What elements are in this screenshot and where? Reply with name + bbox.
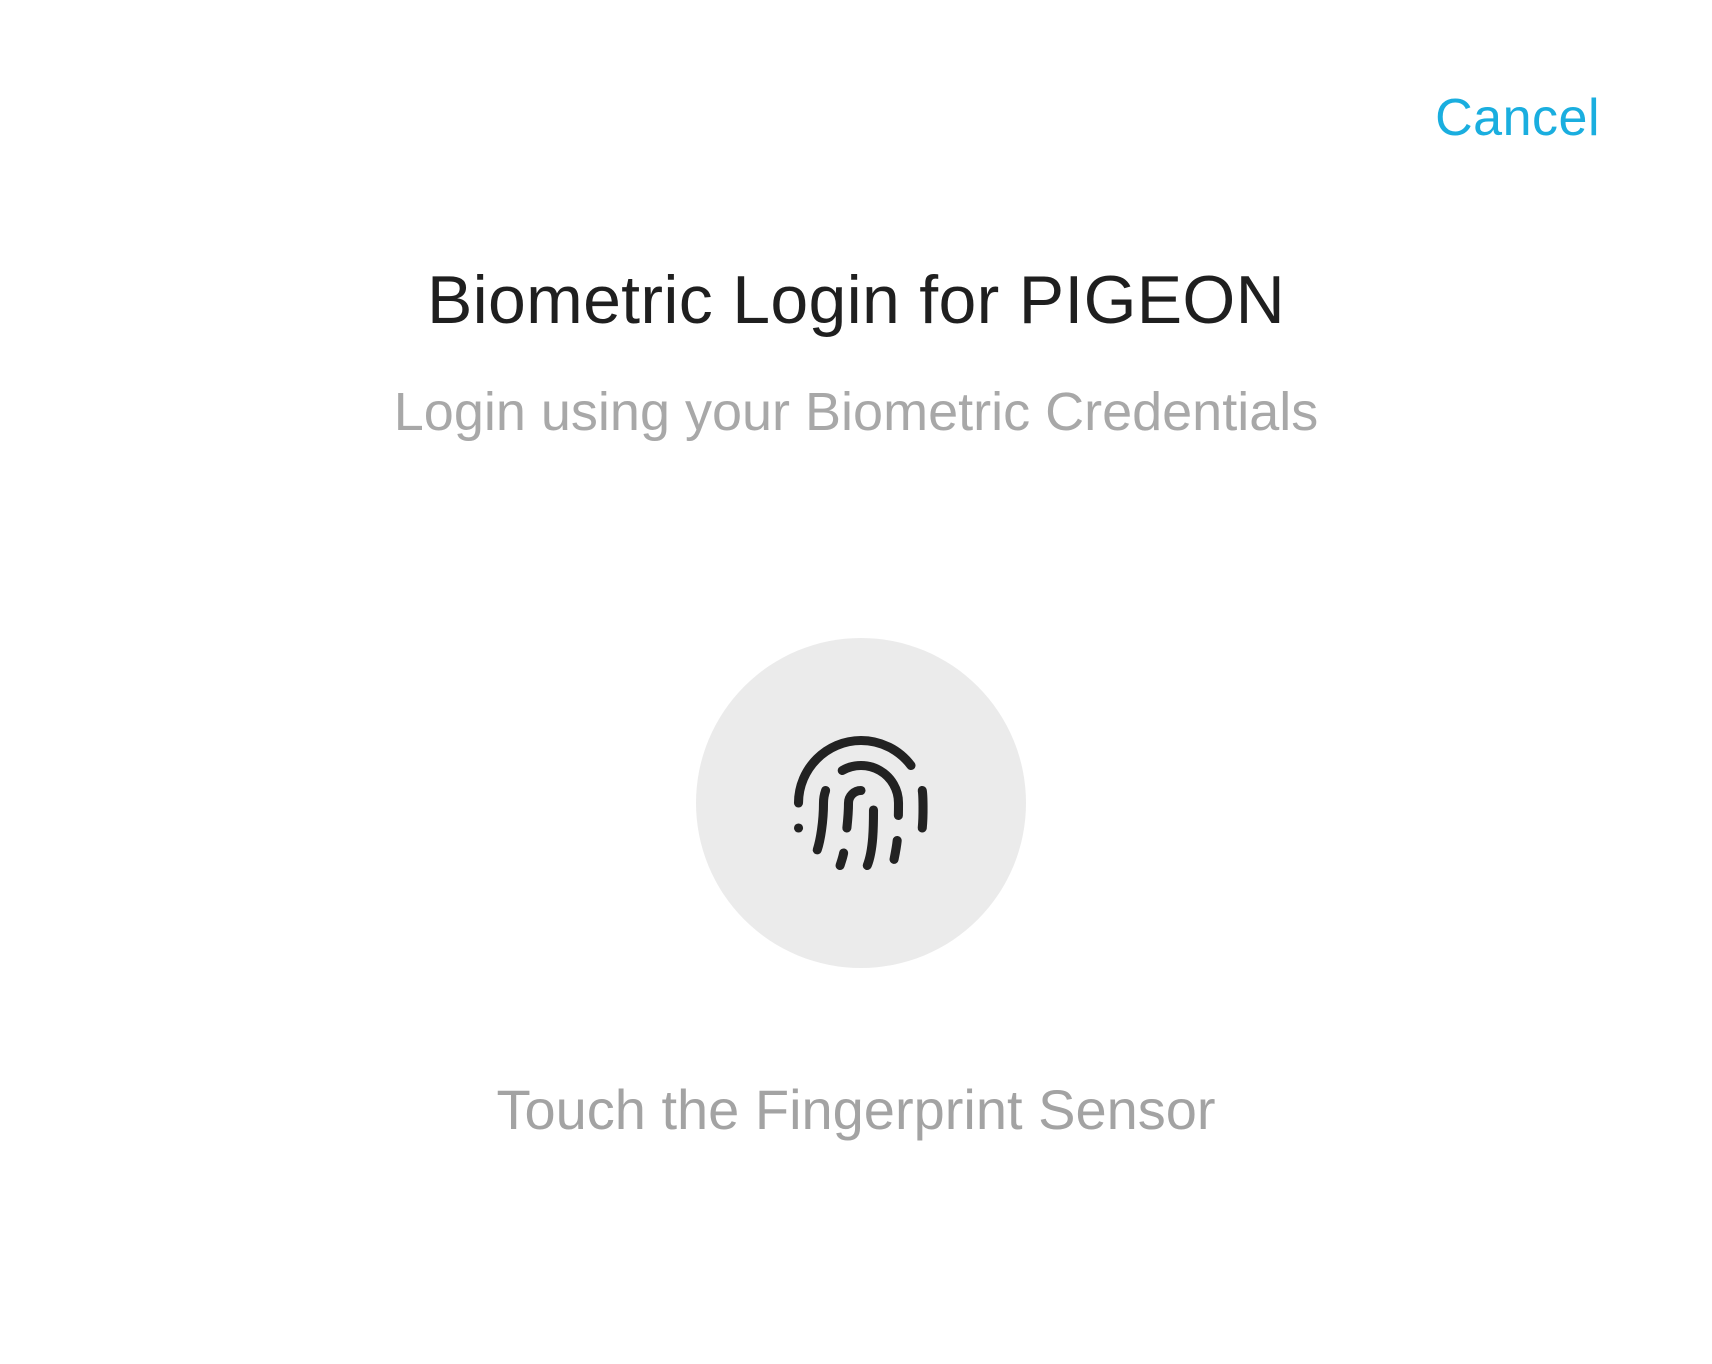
fingerprint-icon	[793, 735, 928, 871]
page-subtitle: Login using your Biometric Credentials	[393, 382, 1319, 442]
page-title: Biometric Login for PIGEON	[426, 262, 1286, 338]
fingerprint-sensor-button[interactable]	[696, 638, 1026, 968]
instruction-text: Touch the Fingerprint Sensor	[496, 1078, 1216, 1141]
cancel-button[interactable]: Cancel	[1435, 92, 1600, 144]
